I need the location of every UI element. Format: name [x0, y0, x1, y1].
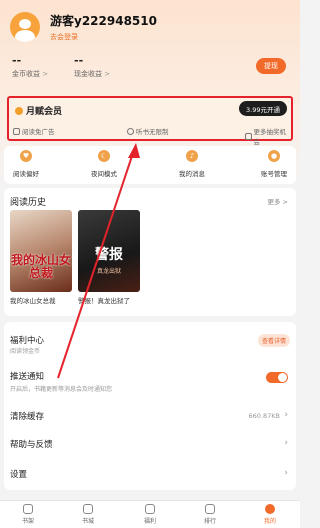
- ranking-icon: [205, 504, 215, 514]
- tab-bookshelf[interactable]: 书架: [8, 504, 48, 525]
- chevron-right-icon: ›: [284, 468, 288, 478]
- tab-welfare[interactable]: 福利: [130, 504, 170, 525]
- vip-membership-card[interactable]: 月赋会员 3.99元开通 阅读免广告 听书无限制 更多抽奖机会: [7, 96, 293, 146]
- login-hint[interactable]: 去会登录: [50, 32, 157, 42]
- tab-bookstore[interactable]: 书城: [68, 504, 108, 525]
- vip-open-button[interactable]: 3.99元开通: [239, 101, 287, 116]
- tab-mine[interactable]: 我的: [250, 504, 290, 525]
- user-icon: [265, 504, 275, 514]
- book-title: 我的冰山女总裁: [10, 297, 56, 305]
- welfare-center-row[interactable]: 福利中心 阅读领金币 查看详情: [4, 322, 296, 358]
- cash-earnings[interactable]: -- 现金收益 >: [74, 54, 110, 79]
- help-feedback-row[interactable]: 帮助与反馈 ›: [4, 432, 296, 456]
- coin-earnings[interactable]: -- 金币收益 >: [12, 54, 48, 79]
- shortcut-messages[interactable]: ♪ 我的消息: [162, 150, 222, 178]
- ad-icon: [13, 127, 20, 135]
- assets-panel: -- 金币收益 > -- 现金收益 > 提现: [8, 52, 292, 86]
- profile-header[interactable]: 游客y222948510 去会登录: [10, 12, 157, 42]
- book-cover: 我的冰山女总裁: [10, 210, 72, 292]
- view-detail-button[interactable]: 查看详情: [258, 334, 290, 347]
- bell-icon: ♪: [186, 150, 198, 162]
- shortcut-bar: ♥ 阅读偏好 ☾ 夜间模式 ♪ 我的消息 ● 账号管理: [4, 146, 296, 184]
- headphones-icon: [127, 127, 134, 135]
- moon-icon: ☾: [98, 150, 110, 162]
- heart-icon: ♥: [20, 150, 32, 162]
- cache-size: 660.87KB: [248, 412, 280, 420]
- bookstore-icon: [83, 504, 93, 514]
- perk-audiobook: 听书无限制: [127, 126, 169, 136]
- book-cover: 警报 真龙出狱: [78, 210, 140, 292]
- crown-icon: [15, 106, 23, 115]
- history-title: 阅读历史: [10, 198, 47, 208]
- withdraw-button[interactable]: 提现: [256, 58, 286, 74]
- chevron-right-icon: ›: [284, 410, 288, 420]
- chevron-right-icon: ›: [284, 438, 288, 448]
- tab-ranking[interactable]: 排行: [190, 504, 230, 525]
- shortcut-account[interactable]: ● 账号管理: [244, 150, 304, 178]
- history-more-link[interactable]: 更多 >: [267, 196, 288, 206]
- reading-history: 阅读历史 更多 > 我的冰山女总裁 我的冰山女总裁 警报 真龙出狱 警报！真龙出…: [4, 188, 296, 316]
- settings-list: 福利中心 阅读领金币 查看详情 推送通知 开启后，书籍更新等消息会及时通知您 清…: [4, 322, 296, 490]
- username: 游客y222948510: [50, 14, 157, 28]
- user-icon: ●: [268, 150, 280, 162]
- history-book[interactable]: 我的冰山女总裁 我的冰山女总裁: [10, 210, 72, 305]
- vip-perks: 阅读免广告 听书无限制 更多抽奖机会: [13, 126, 289, 146]
- settings-row[interactable]: 设置 ›: [4, 462, 296, 486]
- clear-cache-row[interactable]: 清除缓存 660.87KB ›: [4, 404, 296, 428]
- avatar[interactable]: [10, 12, 40, 42]
- push-notification-row: 推送通知 开启后，书籍更新等消息会及时通知您: [10, 372, 113, 393]
- shortcut-reading-preference[interactable]: ♥ 阅读偏好: [0, 150, 56, 178]
- book-title: 警报！真龙出狱了: [78, 297, 130, 305]
- push-notification-toggle[interactable]: [266, 372, 288, 383]
- gift-icon: [145, 504, 155, 514]
- bottom-tab-bar: 书架 书城 福利 排行 我的: [0, 500, 300, 528]
- vip-title: 月赋会员: [26, 107, 63, 117]
- bookshelf-icon: [23, 504, 33, 514]
- history-book[interactable]: 警报 真龙出狱 警报！真龙出狱了: [78, 210, 140, 305]
- perk-no-ads: 阅读免广告: [13, 126, 55, 136]
- perk-lottery: 更多抽奖机会: [245, 126, 289, 146]
- gift-icon: [245, 132, 252, 140]
- shortcut-night-mode[interactable]: ☾ 夜间模式: [74, 150, 134, 178]
